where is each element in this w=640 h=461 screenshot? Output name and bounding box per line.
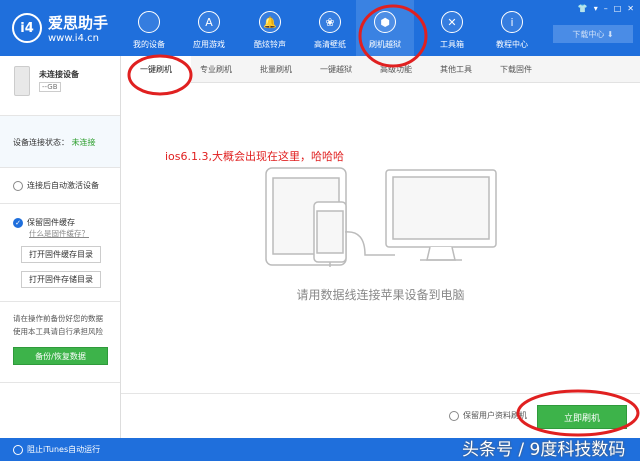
auto-activate-label: 连接后自动激活设备 bbox=[27, 181, 99, 190]
action-bar: 保留用户资料刷机 立即刷机 bbox=[121, 393, 640, 438]
box-icon: ⬢ bbox=[374, 11, 396, 33]
flower-icon: ❀ bbox=[319, 11, 341, 33]
warning-text: 使用本工具请自行承担风险 bbox=[13, 327, 103, 336]
tools-icon: ✕ bbox=[441, 11, 463, 33]
nav-apps[interactable]: A 应用游戏 bbox=[185, 0, 233, 56]
nav-label: 工具箱 bbox=[440, 40, 464, 49]
nav-wallpapers[interactable]: ❀ 高清壁纸 bbox=[306, 0, 354, 56]
open-cache-dir-button[interactable]: 打开固件缓存目录 bbox=[21, 246, 101, 263]
cache-help-link[interactable]: 什么是固件缓存？ bbox=[29, 228, 89, 239]
flash-now-button[interactable]: 立即刷机 bbox=[537, 405, 627, 429]
sidebar: 未连接设备 --GB 设备连接状态： 未连接 连接后自动激活设备 ✓ 保留固件缓存… bbox=[0, 56, 121, 438]
nav-label: 酷炫铃声 bbox=[254, 40, 286, 49]
logo-icon: i4 bbox=[12, 13, 42, 43]
apple-icon bbox=[138, 11, 160, 33]
nav-label: 高清壁纸 bbox=[314, 40, 346, 49]
cache-section: ✓ 保留固件缓存 什么是固件缓存？ 打开固件缓存目录 打开固件存储目录 bbox=[0, 204, 120, 302]
block-itunes-label: 阻止iTunes自动运行 bbox=[27, 445, 101, 454]
maximize-icon[interactable]: □ bbox=[614, 4, 622, 13]
warning-text: 请在操作前备份好您的数据 bbox=[13, 314, 103, 323]
open-storage-dir-button[interactable]: 打开固件存储目录 bbox=[21, 271, 101, 288]
nav-label: 刷机越狱 bbox=[369, 40, 401, 49]
menu-icon[interactable]: ▾ bbox=[594, 4, 598, 13]
keep-user-data-radio[interactable]: 保留用户资料刷机 bbox=[449, 410, 527, 421]
watermark: 头条号 / 9度科技数码 bbox=[462, 440, 626, 460]
block-itunes-radio[interactable]: 阻止iTunes自动运行 bbox=[13, 444, 100, 455]
appstore-icon: A bbox=[198, 11, 220, 33]
tab-bar: 一键刷机 专业刷机 批量刷机 一键越狱 高级功能 其他工具 下载固件 bbox=[121, 56, 640, 83]
phone-icon bbox=[14, 66, 30, 96]
skin-icon[interactable]: 👕 bbox=[578, 4, 588, 13]
connection-status: 设备连接状态： 未连接 bbox=[0, 116, 120, 168]
nav-toolbox[interactable]: ✕ 工具箱 bbox=[428, 0, 476, 56]
app-name: 爱思助手 bbox=[48, 14, 109, 32]
auto-activate-radio[interactable]: 连接后自动激活设备 bbox=[13, 180, 99, 191]
nav-label: 我的设备 bbox=[133, 40, 165, 49]
nav-label: 应用游戏 bbox=[193, 40, 225, 49]
window-controls: 👕 ▾ – □ ✕ bbox=[578, 4, 634, 13]
backup-restore-button[interactable]: 备份/恢复数据 bbox=[13, 347, 108, 365]
nav-ringtones[interactable]: 🔔 酷炫铃声 bbox=[246, 0, 294, 56]
nav-flash-jailbreak[interactable]: ⬢ 刷机越狱 bbox=[356, 0, 414, 56]
keep-cache-label: 保留固件缓存 bbox=[27, 218, 75, 227]
header: i4 爱思助手 www.i4.cn 我的设备 A 应用游戏 🔔 酷炫铃声 ❀ 高清壁纸 … bbox=[0, 0, 640, 56]
bell-icon: 🔔 bbox=[259, 11, 281, 33]
tab-download-firmware[interactable]: 下载固件 bbox=[481, 56, 551, 83]
close-icon[interactable]: ✕ bbox=[627, 4, 634, 13]
nav-my-device[interactable]: 我的设备 bbox=[125, 0, 173, 56]
device-name: 未连接设备 bbox=[39, 70, 79, 79]
nav-label: 教程中心 bbox=[496, 40, 528, 49]
app-url: www.i4.cn bbox=[48, 33, 99, 44]
keep-user-data-label: 保留用户资料刷机 bbox=[463, 411, 527, 420]
backup-section: 请在操作前备份好您的数据 使用本工具请自行承担风险 备份/恢复数据 bbox=[0, 302, 120, 383]
status-value: 未连接 bbox=[71, 138, 96, 147]
minimize-icon[interactable]: – bbox=[604, 4, 608, 13]
nav-tutorials[interactable]: i 教程中心 bbox=[488, 0, 536, 56]
download-center-button[interactable]: 下载中心 ⬇ bbox=[553, 25, 633, 43]
connect-prompt: 请用数据线连接苹果设备到电脑 bbox=[296, 288, 465, 302]
logo: i4 爱思助手 www.i4.cn bbox=[12, 12, 108, 44]
device-info: 未连接设备 --GB bbox=[0, 56, 120, 116]
status-label: 设备连接状态： bbox=[13, 138, 69, 147]
auto-activate-section: 连接后自动激活设备 bbox=[0, 168, 120, 204]
devices-illustration bbox=[265, 167, 497, 267]
keep-cache-checkbox[interactable]: ✓ 保留固件缓存 bbox=[13, 217, 75, 228]
device-capacity: --GB bbox=[39, 82, 61, 92]
info-icon: i bbox=[501, 11, 523, 33]
